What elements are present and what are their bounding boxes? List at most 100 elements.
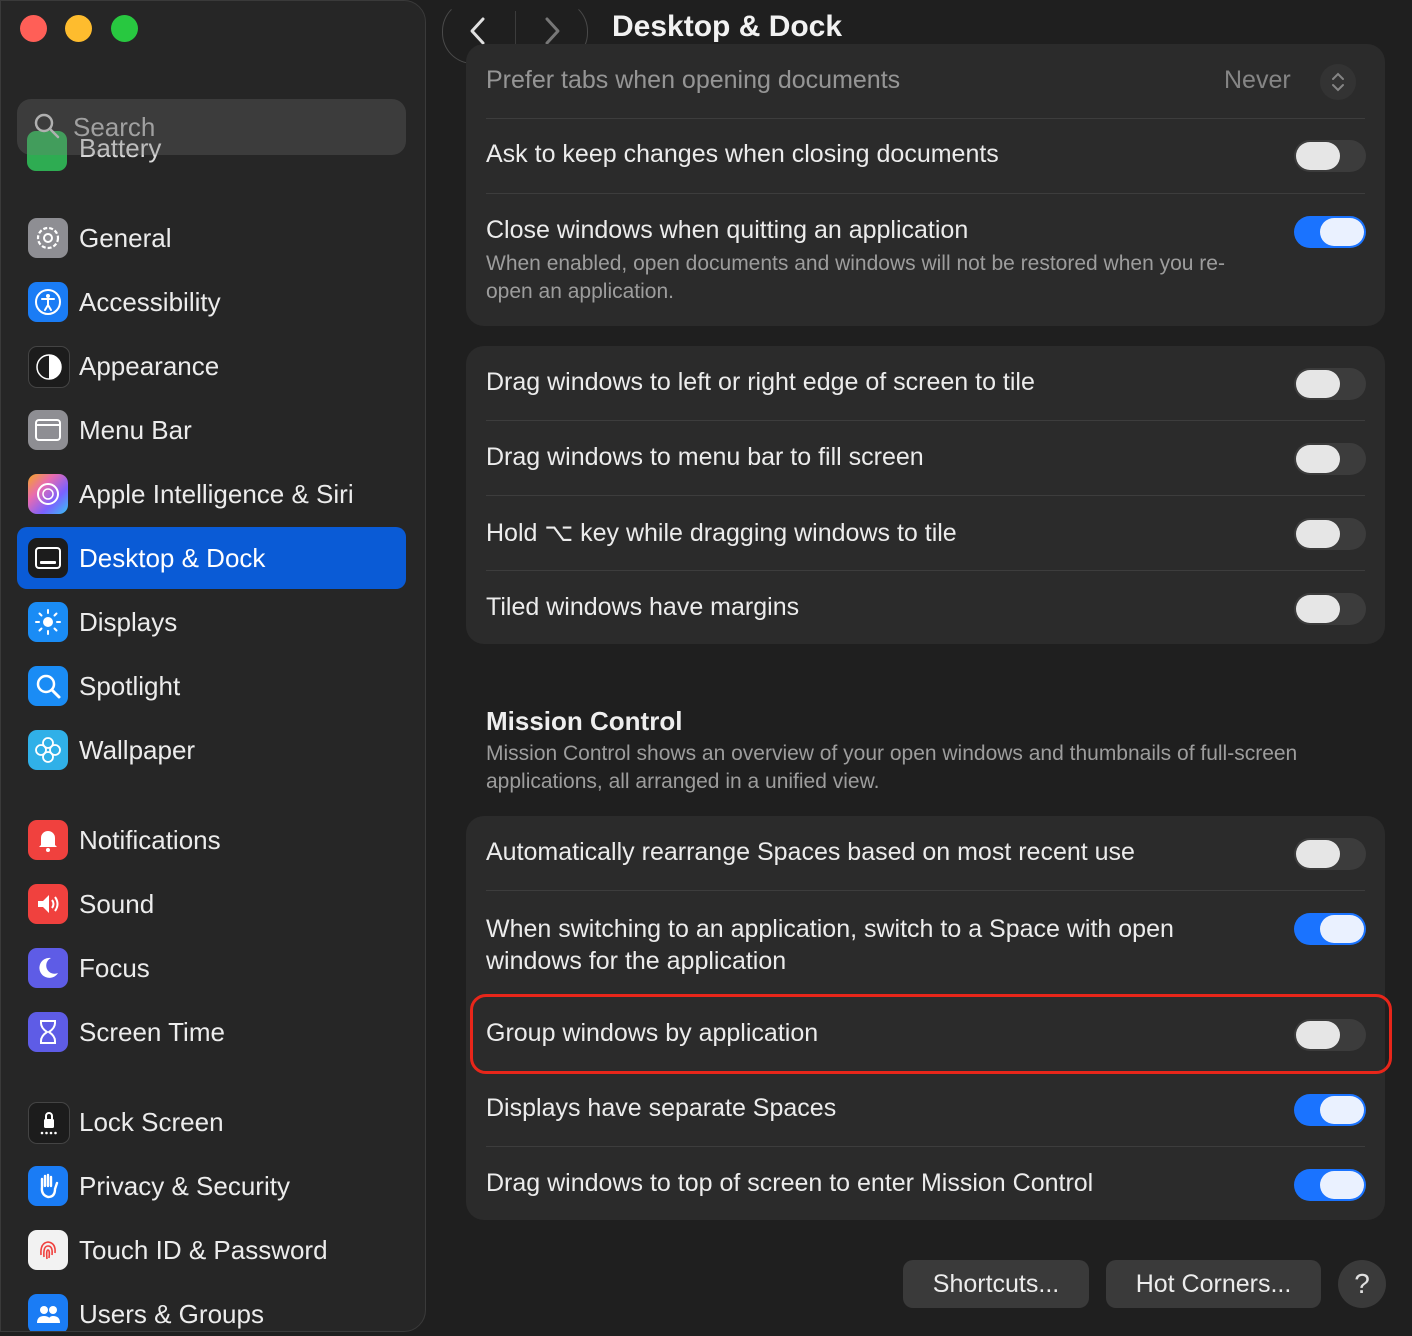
sidebar-item-label: Wallpaper [79, 735, 196, 765]
close-window-button[interactable] [20, 15, 47, 42]
tile-margins-toggle[interactable] [1294, 593, 1366, 625]
privacy-hand-icon [28, 1166, 68, 1206]
sidebar-item-displays[interactable]: Displays [17, 591, 406, 653]
prefer-tabs-label: Prefer tabs when opening documents [486, 66, 901, 94]
close-windows-description: When enabled, open documents and windows… [486, 252, 1225, 303]
toggle-knob [1296, 840, 1340, 868]
tile-edge-label: Drag windows to left or right edge of sc… [486, 368, 1035, 396]
dock-icon [28, 538, 68, 578]
ask-keep-changes-row: Ask to keep changes when closing documen… [466, 140, 1385, 194]
toggle-knob [1296, 370, 1340, 398]
drag-top-toggle[interactable] [1294, 1169, 1366, 1201]
menu-bar-icon [28, 410, 68, 450]
switch-space-label: When switching to an application, switch… [486, 915, 1174, 975]
close-windows-label: Close windows when quitting an applicati… [486, 216, 969, 244]
rearrange-spaces-toggle[interactable] [1294, 838, 1366, 870]
page-title: Desktop & Dock [612, 10, 843, 43]
close-windows-toggle[interactable] [1294, 216, 1366, 248]
tile-edge-toggle[interactable] [1294, 368, 1366, 400]
sidebar-item-label: Desktop & Dock [79, 543, 266, 573]
switch-space-toggle[interactable] [1294, 913, 1366, 945]
sidebar-item-label: Notifications [79, 825, 221, 855]
appearance-icon [28, 346, 70, 388]
sidebar-item-lock-screen[interactable]: Lock Screen [17, 1091, 406, 1153]
sidebar-item-appearance[interactable]: Appearance [17, 335, 406, 397]
sidebar-item-privacy-security[interactable]: Privacy & Security [17, 1155, 406, 1217]
tile-margins-label: Tiled windows have margins [486, 593, 800, 621]
toggle-knob [1296, 520, 1340, 548]
sidebar-item-label: Sound [79, 889, 155, 919]
row-divider [486, 570, 1365, 571]
chevron-up-down-icon[interactable] [1320, 64, 1356, 100]
separate-spaces-toggle[interactable] [1294, 1094, 1366, 1126]
sidebar-item-label: Apple Intelligence & Siri [79, 479, 354, 509]
sidebar-item-label: Privacy & Security [79, 1171, 290, 1201]
search-field[interactable]: Search [17, 99, 406, 155]
sidebar-item-notifications[interactable]: Notifications [17, 809, 406, 871]
toggle-knob [1320, 1171, 1364, 1199]
prefer-tabs-select[interactable]: Never [1224, 66, 1291, 95]
sidebar-item-spotlight[interactable]: Spotlight [17, 655, 406, 717]
fingerprint-icon [28, 1230, 68, 1270]
sidebar-item-focus[interactable]: Focus [17, 937, 406, 999]
toggle-knob [1320, 1096, 1364, 1124]
sidebar-item-wallpaper[interactable]: Wallpaper [17, 719, 406, 781]
windows-settings-group: Prefer tabs when opening documents Never… [466, 44, 1385, 326]
search-icon [34, 113, 60, 139]
screen-time-icon [28, 1012, 68, 1052]
row-divider [486, 118, 1365, 119]
fill-screen-toggle[interactable] [1294, 443, 1366, 475]
separate-spaces-label: Displays have separate Spaces [486, 1094, 837, 1122]
mission-control-description: Mission Control shows an overview of you… [486, 742, 1298, 793]
shortcuts-button[interactable]: Shortcuts... [903, 1260, 1089, 1308]
sidebar: Battery Search General Accessibility App… [0, 0, 426, 1332]
drag-top-label: Drag windows to top of screen to enter M… [486, 1169, 1094, 1197]
ask-keep-changes-toggle[interactable] [1294, 140, 1366, 172]
focus-icon [28, 948, 68, 988]
sidebar-item-general[interactable]: General [17, 207, 406, 269]
toggle-knob [1320, 218, 1364, 246]
hold-option-label: Hold ⌥ key while dragging windows to til… [486, 519, 957, 547]
sidebar-item-label: Appearance [79, 351, 220, 381]
toggle-knob [1296, 142, 1340, 170]
sidebar-item-apple-intelligence-siri[interactable]: Apple Intelligence & Siri [17, 463, 406, 525]
sidebar-item-label: Screen Time [79, 1017, 225, 1047]
help-button[interactable]: ? [1338, 1260, 1386, 1308]
sidebar-item-label: General [79, 223, 172, 253]
sidebar-item-users-groups[interactable]: Users & Groups [17, 1283, 406, 1331]
sidebar-item-label: Touch ID & Password [79, 1235, 328, 1265]
sidebar-item-label: Lock Screen [79, 1107, 224, 1137]
sidebar-item-menu-bar[interactable]: Menu Bar [17, 399, 406, 461]
sidebar-item-screen-time[interactable]: Screen Time [17, 1001, 406, 1063]
row-divider [486, 420, 1365, 421]
notifications-icon [28, 820, 68, 860]
search-placeholder: Search [73, 112, 156, 142]
sidebar-item-label: Menu Bar [79, 415, 192, 445]
sidebar-item-desktop-dock[interactable]: Desktop & Dock [17, 527, 406, 589]
zoom-window-button[interactable] [111, 15, 138, 42]
sidebar-item-label: Displays [79, 607, 178, 637]
highlight-outline [470, 994, 1392, 1074]
mission-control-heading: Mission Control [486, 706, 683, 736]
hold-option-toggle[interactable] [1294, 518, 1366, 550]
sidebar-item-touch-id-password[interactable]: Touch ID & Password [17, 1219, 406, 1281]
sidebar-item-label: Spotlight [79, 671, 181, 701]
sidebar-item-label: Focus [79, 953, 150, 983]
rearrange-spaces-label: Automatically rearrange Spaces based on … [486, 838, 1135, 866]
sidebar-item-sound[interactable]: Sound [17, 873, 406, 935]
sidebar-item-accessibility[interactable]: Accessibility [17, 271, 406, 333]
toggle-knob [1296, 445, 1340, 473]
spotlight-icon [28, 666, 68, 706]
row-divider [486, 1146, 1365, 1147]
sidebar-item-label: Accessibility [79, 287, 221, 317]
minimize-window-button[interactable] [65, 15, 92, 42]
toggle-knob [1320, 915, 1364, 943]
row-divider [486, 193, 1365, 194]
siri-icon [28, 474, 68, 514]
sound-icon [28, 884, 68, 924]
hot-corners-button[interactable]: Hot Corners... [1106, 1260, 1321, 1308]
fill-screen-label: Drag windows to menu bar to fill screen [486, 443, 924, 471]
sidebar-item-label: Users & Groups [79, 1299, 264, 1329]
displays-icon [28, 602, 68, 642]
tiling-settings-group: Drag windows to left or right edge of sc… [466, 346, 1385, 644]
